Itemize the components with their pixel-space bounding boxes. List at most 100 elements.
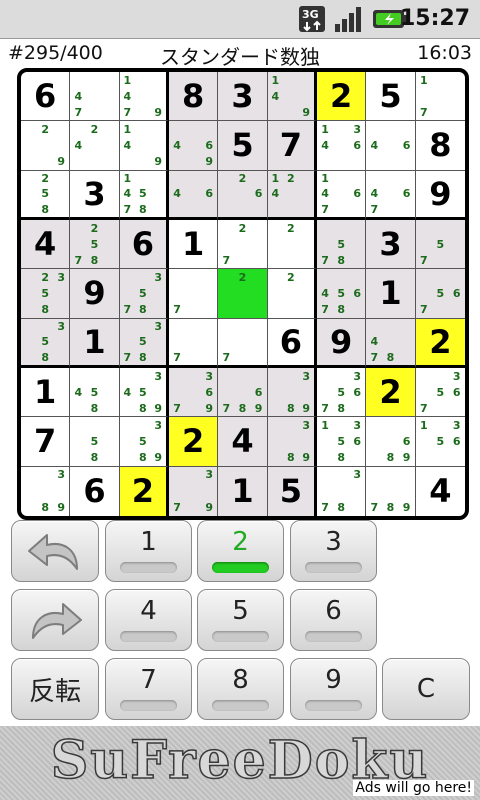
board-cell[interactable]: 9 — [70, 269, 120, 319]
footer-ad-banner[interactable]: SuFreeDoku Ads will go here! — [0, 726, 480, 800]
board-cell[interactable]: 2 — [267, 269, 317, 319]
board-cell[interactable]: 7 — [21, 417, 71, 467]
board-cell[interactable]: 56 7 — [415, 269, 465, 319]
board-cell[interactable]: 2 — [317, 72, 367, 122]
board-cell[interactable]: 24 — [70, 121, 120, 171]
digit-button-4[interactable]: 4 — [105, 589, 192, 651]
board-cell[interactable]: 6 — [267, 318, 317, 368]
digit-button-1[interactable]: 1 — [105, 520, 192, 582]
digit-button-9[interactable]: 9 — [290, 658, 377, 720]
board-cell[interactable]: 2 — [267, 220, 317, 270]
board-cell[interactable]: 1 4 9 — [267, 72, 317, 122]
board-cell[interactable]: 3 7 9 — [169, 466, 219, 516]
digit-button-6[interactable]: 6 — [290, 589, 377, 651]
board-cell[interactable]: 35 89 — [119, 417, 169, 467]
board-cell[interactable]: 4 — [415, 466, 465, 516]
board-cell[interactable]: 3578 — [119, 269, 169, 319]
board-cell[interactable]: 2 — [119, 466, 169, 516]
board-cell[interactable]: 1 3 4 6 — [317, 121, 367, 171]
board-cell[interactable]: 1 356 — [415, 417, 465, 467]
digit-button-2[interactable]: 2 — [197, 520, 284, 582]
board-cell[interactable]: 689 — [366, 417, 416, 467]
digit-indicator — [212, 562, 269, 573]
board-cell[interactable]: 356 78 — [317, 368, 367, 418]
board-cell[interactable]: 3 45 89 — [119, 368, 169, 418]
board-cell[interactable]: 6 — [21, 72, 71, 122]
board-cell[interactable]: 47 — [70, 72, 120, 122]
clear-button[interactable]: C — [382, 658, 470, 720]
candidate-mark: 3 — [57, 468, 66, 482]
board-cell[interactable]: 46 — [169, 170, 219, 220]
board-cell[interactable]: 1 — [366, 269, 416, 319]
digit-button-5[interactable]: 5 — [197, 589, 284, 651]
invert-button[interactable]: 反転 — [11, 658, 99, 720]
board-cell[interactable]: 17 — [415, 72, 465, 122]
board-cell[interactable]: 8 — [169, 72, 219, 122]
board-cell[interactable]: 7 — [218, 318, 268, 368]
board-cell[interactable]: 7 — [169, 269, 219, 319]
board-cell[interactable]: 1 4 7 9 — [119, 72, 169, 122]
board-cell[interactable]: 3 78 — [317, 466, 367, 516]
board-cell[interactable]: 29 — [21, 121, 71, 171]
board-cell[interactable]: 789 — [366, 466, 416, 516]
board-cell[interactable]: 4 6 7 — [366, 170, 416, 220]
digit-button-7[interactable]: 7 — [105, 658, 192, 720]
board-cell[interactable]: 4 6 9 — [169, 121, 219, 171]
board-cell[interactable]: 57 — [415, 220, 465, 270]
board-cell[interactable]: 45 8 — [70, 368, 120, 418]
board-cell[interactable]: 2 58 — [21, 170, 71, 220]
board-cell[interactable]: 26 — [218, 170, 268, 220]
board-cell[interactable]: 235 8 — [21, 269, 71, 319]
board-cell[interactable]: 3 — [218, 72, 268, 122]
board-cell[interactable]: 2 578 — [70, 220, 120, 270]
board-cell[interactable]: 358 — [21, 318, 71, 368]
board-cell[interactable]: 27 — [218, 220, 268, 270]
board-cell[interactable]: 124 — [267, 170, 317, 220]
redo-button[interactable] — [11, 589, 99, 651]
board-cell[interactable]: 1 3568 — [317, 417, 367, 467]
board-cell[interactable]: 5 — [366, 72, 416, 122]
board-cell[interactable]: 2 — [366, 368, 416, 418]
board-cell[interactable]: 7 — [169, 318, 219, 368]
board-cell[interactable]: 3578 — [119, 318, 169, 368]
board-cell[interactable]: 1 — [70, 318, 120, 368]
board-cell[interactable]: 1 4578 — [119, 170, 169, 220]
board-cell[interactable]: 3 6 7 9 — [169, 368, 219, 418]
board-cell[interactable]: 6 789 — [218, 368, 268, 418]
board-cell[interactable]: 1 — [21, 368, 71, 418]
board-cell[interactable]: 5 — [267, 466, 317, 516]
board-cell[interactable]: 1 4 9 — [119, 121, 169, 171]
board-cell[interactable]: 2 — [415, 318, 465, 368]
digit-button-8[interactable]: 8 — [197, 658, 284, 720]
board-cell[interactable]: 9 — [415, 170, 465, 220]
board-cell[interactable]: 1 — [169, 220, 219, 270]
candidate-mark: 2 — [286, 171, 295, 185]
board-cell[interactable]: 356 7 — [415, 368, 465, 418]
board-cell[interactable]: 7 — [267, 121, 317, 171]
undo-button[interactable] — [11, 520, 99, 582]
digit-button-3[interactable]: 3 — [290, 520, 377, 582]
board-cell[interactable]: 3 89 — [267, 417, 317, 467]
board-cell[interactable]: 4 — [21, 220, 71, 270]
board-cell[interactable]: 456 78 — [317, 269, 367, 319]
board-cell[interactable]: 4 — [218, 417, 268, 467]
board-cell[interactable]: 3 89 — [21, 466, 71, 516]
board-cell[interactable]: 1 4 6 7 — [317, 170, 367, 220]
board-cell[interactable]: 3 — [366, 220, 416, 270]
board-cell[interactable]: 6 — [70, 466, 120, 516]
board-cell[interactable]: 578 — [317, 220, 367, 270]
board-cell[interactable]: 3 — [70, 170, 120, 220]
board-cell[interactable]: 1 — [218, 466, 268, 516]
board-cell[interactable]: 3 89 — [267, 368, 317, 418]
candidate-mark: 1 — [420, 73, 428, 87]
board-cell[interactable]: 2 — [218, 269, 268, 319]
board-cell[interactable]: 6 — [119, 220, 169, 270]
board-cell[interactable]: 9 — [317, 318, 367, 368]
board-cell[interactable]: 5 — [218, 121, 268, 171]
board-cell[interactable]: 58 — [70, 417, 120, 467]
digit-indicator — [305, 562, 362, 573]
board-cell[interactable]: 46 — [366, 121, 416, 171]
board-cell[interactable]: 8 — [415, 121, 465, 171]
board-cell[interactable]: 478 — [366, 318, 416, 368]
board-cell[interactable]: 2 — [169, 417, 219, 467]
